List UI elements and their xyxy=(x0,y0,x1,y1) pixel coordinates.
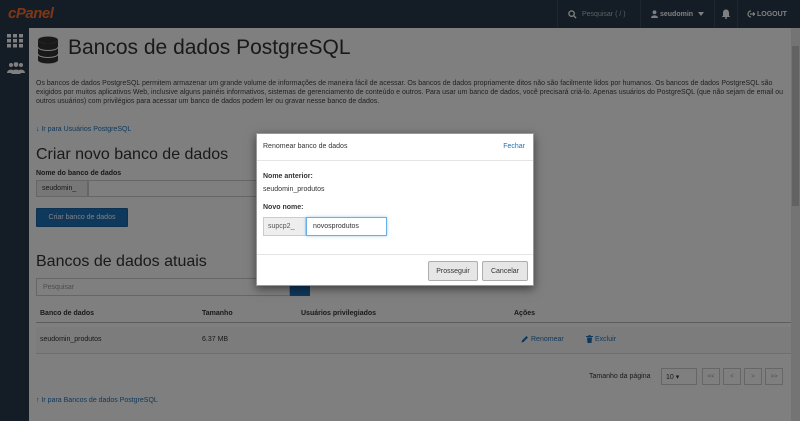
new-name-prefix: supcp2_ xyxy=(263,217,306,236)
modal-header: Renomear banco de dados Fechar xyxy=(257,134,533,161)
new-name-input[interactable] xyxy=(306,217,387,236)
cancel-button[interactable]: Cancelar xyxy=(482,261,528,281)
old-name-label: Nome anterior: xyxy=(263,173,313,180)
rename-db-modal: Renomear banco de dados Fechar Nome ante… xyxy=(256,133,534,286)
proceed-button[interactable]: Prosseguir xyxy=(428,261,478,281)
new-name-label: Novo nome: xyxy=(263,204,304,211)
modal-footer-divider xyxy=(257,254,533,255)
close-link[interactable]: Fechar xyxy=(503,143,525,150)
old-name-value: seudomin_produtos xyxy=(263,186,325,193)
modal-title: Renomear banco de dados xyxy=(263,143,348,150)
